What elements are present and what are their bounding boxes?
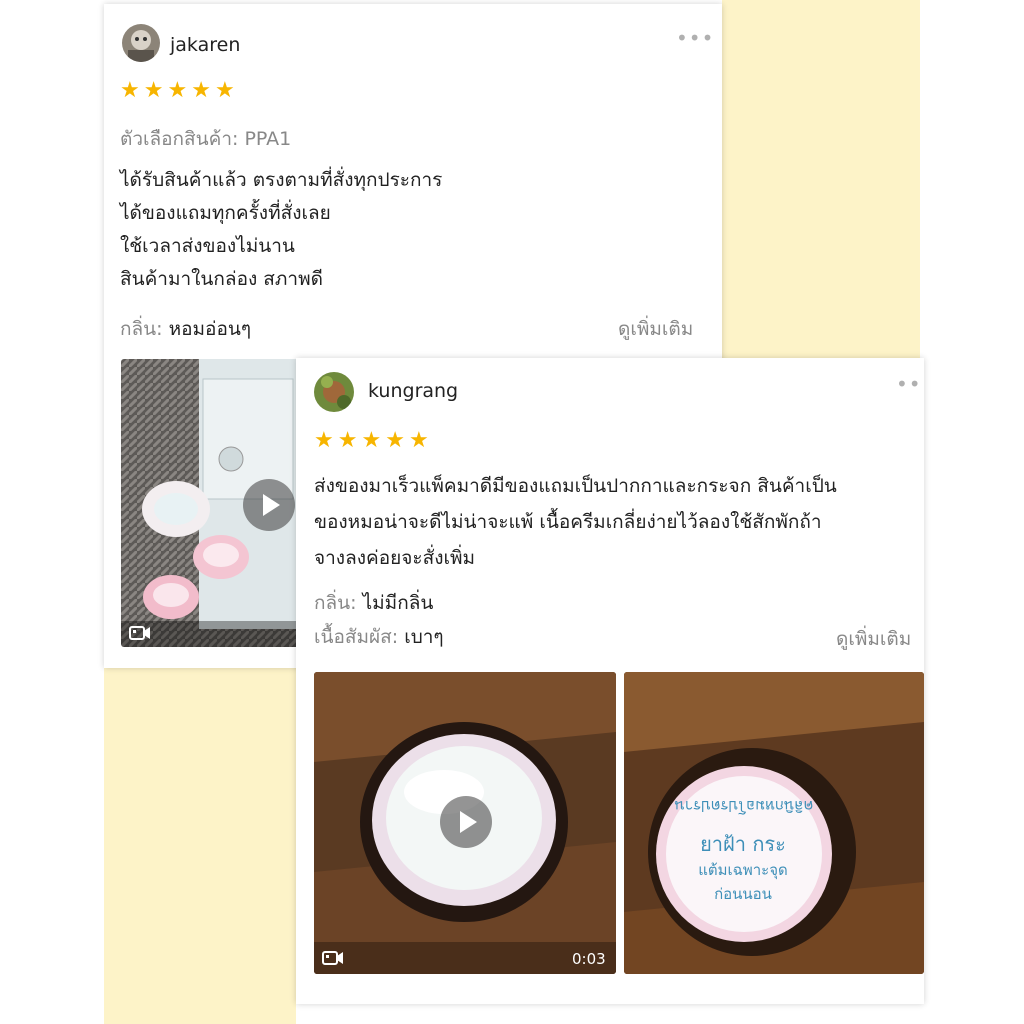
star-icon: ★ bbox=[143, 78, 164, 103]
avatar[interactable] bbox=[314, 372, 354, 412]
scent-attribute: กลิ่น: หอมอ่อนๆ bbox=[120, 314, 251, 344]
review-line: ได้ของแถมทุกครั้งที่สั่งเลย bbox=[120, 202, 331, 224]
review-card-kungrang: kungrang •• ★ ★ ★ ★ ★ ส่งของมาเร็วแพ็คมา… bbox=[296, 358, 924, 1004]
texture-value: เบาๆ bbox=[404, 626, 444, 648]
more-dots-icon[interactable]: ••• bbox=[676, 26, 714, 50]
review-line: ของหมอน่าจะดีไม่น่าจะแพ้ เนื้อครีมเกลี่ย… bbox=[314, 511, 822, 533]
see-more-link[interactable]: ดูเพิ่มเติม bbox=[836, 624, 911, 654]
play-icon[interactable] bbox=[243, 479, 295, 531]
video-camera-icon bbox=[322, 951, 343, 965]
jar-label-arc: คลินิกหมอโปรดปราน bbox=[674, 797, 814, 815]
more-dots-icon[interactable]: •• bbox=[896, 372, 922, 396]
star-icon: ★ bbox=[191, 78, 211, 103]
rating-stars: ★ ★ ★ ★ ★ bbox=[120, 80, 235, 102]
scent-attribute: กลิ่น: ไม่มีกลิ่น bbox=[314, 588, 433, 618]
username[interactable]: jakaren bbox=[170, 34, 240, 56]
scent-label: กลิ่น: bbox=[120, 318, 163, 340]
jar-label-line3: ก่อนนอน bbox=[714, 885, 772, 903]
texture-label: เนื้อสัมผัส: bbox=[314, 626, 399, 648]
avatar[interactable] bbox=[122, 24, 160, 62]
scent-value: หอมอ่อนๆ bbox=[168, 318, 252, 340]
play-icon[interactable] bbox=[440, 796, 492, 848]
username[interactable]: kungrang bbox=[368, 380, 458, 402]
star-icon: ★ bbox=[214, 78, 235, 103]
jar-label-line2: แต้มเฉพาะจุด bbox=[698, 861, 788, 879]
video-duration: 0:03 bbox=[572, 950, 606, 968]
scent-label: กลิ่น: bbox=[314, 592, 357, 614]
review-line: ใช้เวลาส่งของไม่นาน bbox=[120, 235, 295, 257]
review-photo-thumbnail[interactable]: คลินิกหมอโปรดปราน ยาฝ้า กระ แต้มเฉพาะจุด… bbox=[624, 672, 924, 974]
background-panel-right bbox=[722, 0, 920, 360]
star-icon: ★ bbox=[385, 428, 405, 453]
star-icon: ★ bbox=[361, 428, 382, 453]
jar-label-line1: ยาฝ้า กระ bbox=[700, 832, 786, 856]
star-icon: ★ bbox=[337, 428, 358, 453]
star-icon: ★ bbox=[408, 428, 429, 453]
review-line: จางลงค่อยจะสั่งเพิ่ม bbox=[314, 547, 476, 569]
review-video-thumbnail[interactable]: 0:03 bbox=[314, 672, 616, 974]
star-icon: ★ bbox=[120, 78, 140, 103]
background-panel-bottom bbox=[104, 668, 296, 1024]
texture-attribute: เนื้อสัมผัส: เบาๆ bbox=[314, 622, 444, 652]
star-icon: ★ bbox=[314, 428, 334, 453]
star-icon: ★ bbox=[167, 78, 188, 103]
see-more-link[interactable]: ดูเพิ่มเติม bbox=[618, 314, 693, 344]
rating-stars: ★ ★ ★ ★ ★ bbox=[314, 430, 429, 452]
review-line: ส่งของมาเร็วแพ็คมาดีมีของแถมเป็นปากกาและ… bbox=[314, 475, 837, 497]
review-line: สินค้ามาในกล่อง สภาพดี bbox=[120, 268, 323, 290]
review-text: ได้รับสินค้าแล้ว ตรงตามที่สั่งทุกประการ … bbox=[120, 164, 442, 296]
video-camera-icon bbox=[129, 626, 150, 640]
review-video-thumbnail[interactable] bbox=[121, 359, 299, 647]
product-variant: ตัวเลือกสินค้า: PPA1 bbox=[120, 128, 292, 150]
review-text: ส่งของมาเร็วแพ็คมาดีมีของแถมเป็นปากกาและ… bbox=[314, 468, 920, 576]
review-line: ได้รับสินค้าแล้ว ตรงตามที่สั่งทุกประการ bbox=[120, 169, 443, 191]
scent-value: ไม่มีกลิ่น bbox=[362, 592, 434, 614]
